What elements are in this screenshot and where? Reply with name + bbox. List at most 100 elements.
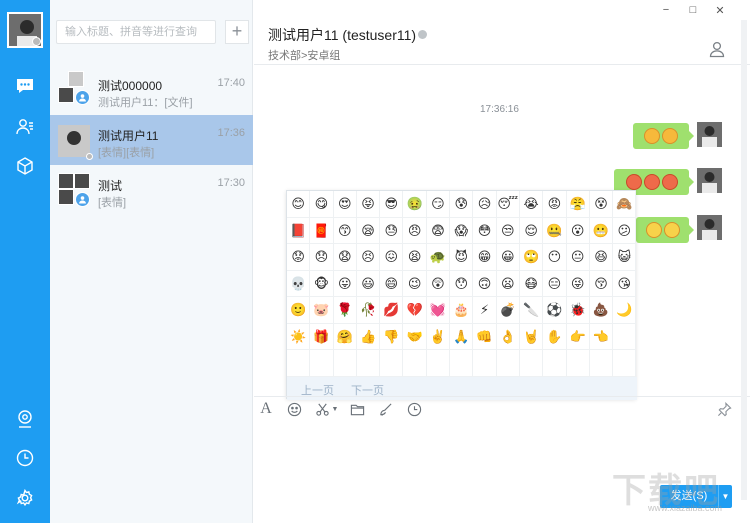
emoji-cell[interactable]: 😶 bbox=[543, 244, 567, 271]
emoji-cell[interactable]: 🤘 bbox=[519, 323, 544, 350]
emoji-cell[interactable]: 😆 bbox=[589, 244, 614, 271]
sender-avatar[interactable] bbox=[697, 215, 722, 240]
emoji-cell[interactable]: 🥀 bbox=[356, 297, 381, 324]
minimize-button[interactable]: − bbox=[658, 4, 674, 18]
emoji-cell[interactable]: 😑 bbox=[543, 270, 567, 297]
sender-avatar[interactable] bbox=[697, 122, 722, 147]
emoji-cell[interactable]: 👈 bbox=[589, 323, 614, 350]
emoji-cell[interactable]: 📕 bbox=[287, 217, 311, 244]
emoji-cell[interactable]: 💀 bbox=[287, 270, 311, 297]
chat-scrollbar[interactable] bbox=[741, 20, 747, 500]
emoji-cell[interactable]: 😺 bbox=[613, 244, 637, 271]
emoji-cell[interactable]: 😋 bbox=[310, 191, 334, 218]
chat-icon[interactable] bbox=[14, 75, 36, 97]
settings-gear-icon[interactable] bbox=[14, 487, 36, 509]
emoji-cell[interactable]: 😍 bbox=[333, 191, 357, 218]
message-bubble[interactable] bbox=[633, 123, 694, 149]
emoji-cell[interactable]: 🐞 bbox=[566, 297, 590, 324]
emoji-cell[interactable]: 😒 bbox=[496, 217, 520, 244]
emoji-cell[interactable]: 👉 bbox=[566, 323, 590, 350]
emoji-cell[interactable]: 🐵 bbox=[310, 270, 334, 297]
emoji-cell[interactable]: 😜 bbox=[566, 270, 590, 297]
emoji-cell[interactable]: 😪 bbox=[356, 217, 381, 244]
emoji-cell[interactable]: 😴 bbox=[496, 191, 520, 218]
emoji-cell[interactable]: 😱 bbox=[450, 217, 474, 244]
emoji-cell[interactable]: 🌹 bbox=[333, 297, 357, 324]
emoji-cell[interactable]: 🎂 bbox=[450, 297, 474, 324]
emoji-cell[interactable]: 😕 bbox=[613, 217, 637, 244]
emoji-cell[interactable]: 🤝 bbox=[403, 323, 427, 350]
emoji-cell[interactable]: 😷 bbox=[519, 270, 544, 297]
emoji-cell[interactable]: 💩 bbox=[589, 297, 614, 324]
user-profile-icon[interactable] bbox=[708, 40, 726, 58]
location-icon[interactable] bbox=[14, 408, 36, 430]
emoji-cell[interactable]: 😰 bbox=[450, 191, 474, 218]
history-clock-icon[interactable] bbox=[14, 447, 36, 469]
emoji-cell[interactable]: 🤐 bbox=[543, 217, 567, 244]
maximize-button[interactable]: □ bbox=[685, 4, 701, 18]
emoji-cell[interactable]: 😭 bbox=[519, 191, 544, 218]
emoji-cell[interactable]: 😙 bbox=[333, 217, 357, 244]
emoji-cell[interactable]: 🤗 bbox=[333, 323, 357, 350]
emoji-cell[interactable]: 🐢 bbox=[426, 244, 451, 271]
emoji-cell[interactable]: 😤 bbox=[566, 191, 590, 218]
emoji-cell[interactable]: 😵 bbox=[589, 191, 614, 218]
emoji-cell[interactable]: 😬 bbox=[589, 217, 614, 244]
emoji-cell[interactable]: 😌 bbox=[519, 217, 544, 244]
emoji-picker-icon[interactable] bbox=[286, 401, 302, 417]
emoji-cell[interactable]: ✌️ bbox=[426, 323, 451, 350]
add-conversation-button[interactable]: + bbox=[225, 20, 249, 44]
emoji-cell[interactable]: 🐷 bbox=[310, 297, 334, 324]
close-button[interactable]: ✕ bbox=[712, 4, 728, 18]
emoji-cell[interactable]: 😧 bbox=[333, 244, 357, 271]
emoji-cell[interactable]: 😓 bbox=[380, 217, 404, 244]
emoji-cell[interactable]: 😠 bbox=[403, 217, 427, 244]
emoji-cell[interactable]: 😘 bbox=[613, 270, 637, 297]
emoji-cell[interactable]: ⚽ bbox=[543, 297, 567, 324]
emoji-cell[interactable]: 🤢 bbox=[403, 191, 427, 218]
emoji-cell[interactable]: 😦 bbox=[496, 270, 520, 297]
emoji-cell[interactable]: 😏 bbox=[426, 191, 451, 218]
emoji-cell[interactable]: 🙃 bbox=[473, 270, 497, 297]
emoji-cell[interactable]: 🙏 bbox=[450, 323, 474, 350]
chat-history-clock-icon[interactable] bbox=[406, 401, 422, 417]
message-bubble[interactable] bbox=[636, 217, 694, 243]
emoji-cell[interactable]: 😣 bbox=[356, 244, 381, 271]
conversation-item[interactable]: 测试 17:30 [表情] bbox=[50, 165, 253, 215]
emoji-cell[interactable]: 😎 bbox=[380, 191, 404, 218]
emoji-cell[interactable]: ⚡ bbox=[473, 297, 497, 324]
emoji-cell[interactable]: 😉 bbox=[403, 270, 427, 297]
emoji-cell[interactable]: 💋 bbox=[380, 297, 404, 324]
screenshot-scissors-icon[interactable] bbox=[314, 401, 330, 417]
search-input[interactable] bbox=[56, 20, 216, 44]
emoji-cell[interactable]: 🎁 bbox=[310, 323, 334, 350]
emoji-cell[interactable]: 😯 bbox=[450, 270, 474, 297]
emoji-cell[interactable]: 😊 bbox=[287, 191, 311, 218]
emoji-cell[interactable]: 😀 bbox=[496, 244, 520, 271]
emoji-cell[interactable]: 💔 bbox=[403, 297, 427, 324]
emoji-cell[interactable]: 😳 bbox=[473, 217, 497, 244]
emoji-cell[interactable]: 😛 bbox=[333, 270, 357, 297]
workspace-cube-icon[interactable] bbox=[14, 155, 36, 177]
sender-avatar[interactable] bbox=[697, 168, 722, 193]
emoji-cell[interactable]: 🔪 bbox=[519, 297, 544, 324]
emoji-cell[interactable]: 👎 bbox=[380, 323, 404, 350]
conversation-item-active[interactable]: 测试用户11 17:36 [表情][表情] bbox=[50, 115, 253, 165]
emoji-cell[interactable]: 💓 bbox=[426, 297, 451, 324]
emoji-cell[interactable]: 🧧 bbox=[310, 217, 334, 244]
emoji-cell[interactable]: 😝 bbox=[356, 191, 381, 218]
emoji-cell[interactable]: 👌 bbox=[496, 323, 520, 350]
emoji-cell[interactable]: 😥 bbox=[473, 191, 497, 218]
emoji-cell[interactable]: 🙂 bbox=[287, 297, 311, 324]
emoji-cell[interactable]: ✋ bbox=[543, 323, 567, 350]
emoji-cell[interactable]: 😫 bbox=[403, 244, 427, 271]
emoji-cell[interactable]: 😲 bbox=[426, 270, 451, 297]
emoji-cell[interactable]: 😨 bbox=[426, 217, 451, 244]
emoji-cell[interactable]: 😟 bbox=[287, 244, 311, 271]
emoji-cell[interactable]: 😡 bbox=[543, 191, 567, 218]
emoji-cell[interactable]: 😁 bbox=[473, 244, 497, 271]
folder-icon[interactable] bbox=[349, 401, 365, 417]
emoji-cell[interactable]: 😮 bbox=[566, 217, 590, 244]
conversation-item[interactable]: 测试000000 17:40 测试用户11：[文件] bbox=[50, 65, 253, 115]
emoji-cell[interactable]: 🌙 bbox=[613, 297, 637, 324]
